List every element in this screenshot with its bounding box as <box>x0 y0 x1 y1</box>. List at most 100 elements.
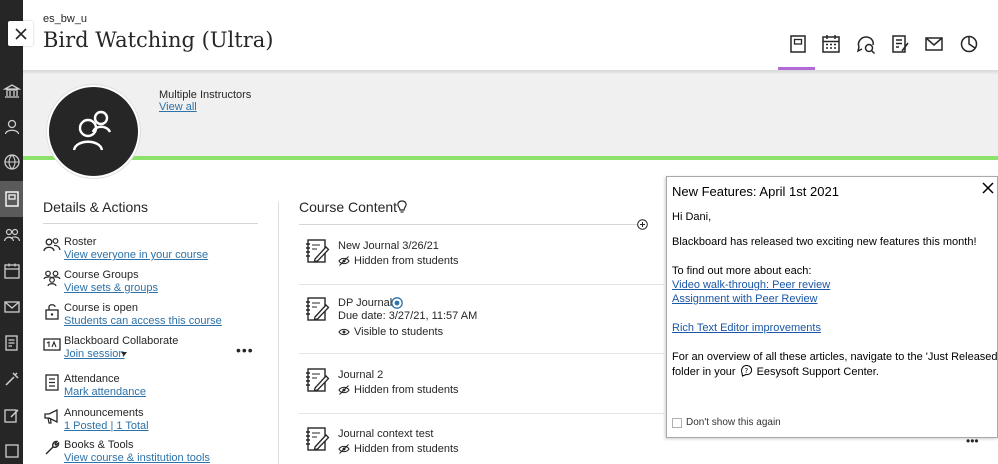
dont-show-label: Don't show this again <box>686 417 781 428</box>
discussions-icon[interactable] <box>855 33 877 55</box>
content-title[interactable]: Journal 2 <box>338 369 383 381</box>
unlock-icon <box>43 302 61 320</box>
edit-nav-icon[interactable] <box>3 406 21 424</box>
globe-icon[interactable] <box>3 153 21 171</box>
roster-title: Roster <box>64 236 97 248</box>
details-divider <box>43 223 258 224</box>
announcements-link[interactable]: 1 Posted | 1 Total <box>64 420 149 432</box>
more-options-button[interactable]: ••• <box>236 342 254 358</box>
profile-icon[interactable] <box>3 118 21 136</box>
rich-text-editor-link[interactable]: Rich Text Editor improvements <box>672 322 821 334</box>
grades-nav-icon[interactable] <box>3 334 21 352</box>
overview-prefix: folder in your <box>672 366 736 378</box>
course-groups-link[interactable]: View sets & groups <box>64 282 158 294</box>
content-separator <box>299 284 664 285</box>
dont-show-checkbox[interactable] <box>672 417 682 428</box>
attendance-icon <box>43 373 61 391</box>
tools-nav-icon[interactable] <box>3 370 21 388</box>
course-header: es_bw_u Bird Watching (Ultra) <box>23 0 998 70</box>
content-title[interactable]: Journal context test <box>338 428 433 440</box>
eye-slash-icon <box>338 256 350 266</box>
wrench-icon <box>43 439 61 457</box>
institution-icon[interactable] <box>3 82 21 100</box>
instructors-avatar <box>47 85 140 178</box>
calendar-nav-icon[interactable] <box>3 262 21 280</box>
organizations-icon[interactable] <box>3 226 21 244</box>
left-nav <box>0 0 23 464</box>
calendar-icon[interactable] <box>820 33 842 55</box>
megaphone-icon <box>43 407 61 425</box>
add-content-icon[interactable] <box>637 219 648 230</box>
banner-accent-line <box>23 156 998 160</box>
column-divider <box>278 202 279 464</box>
gradebook-icon[interactable] <box>889 33 911 55</box>
goals-aligned-icon[interactable] <box>391 297 403 309</box>
video-walkthrough-link[interactable]: Video walk-through: Peer review <box>672 279 830 291</box>
collaborate-title: Blackboard Collaborate <box>64 335 179 347</box>
journal-icon <box>303 424 331 454</box>
journal-icon <box>303 365 331 395</box>
intro-text: Blackboard has released two exciting new… <box>672 236 977 248</box>
courses-icon[interactable] <box>3 190 21 208</box>
eye-slash-icon <box>338 444 350 454</box>
help-nav-icon[interactable] <box>3 442 21 460</box>
page-title: Bird Watching (Ultra) <box>43 28 274 52</box>
course-id: es_bw_u <box>43 13 88 25</box>
messages-nav-icon[interactable] <box>3 298 21 316</box>
visibility-status[interactable]: Hidden from students <box>338 443 459 455</box>
close-icon <box>14 27 27 40</box>
overview-text-line2: folder in your ? Eesysoft Support Center… <box>672 364 879 378</box>
chevron-down-icon[interactable] <box>121 352 127 356</box>
content-separator <box>299 413 664 414</box>
collaborate-icon <box>43 335 61 353</box>
content-title[interactable]: New Journal 3/26/21 <box>338 240 439 252</box>
content-title[interactable]: DP Journal <box>338 297 392 309</box>
overview-text: For an overview of all these articles, n… <box>672 351 998 363</box>
journal-icon <box>303 236 331 266</box>
visibility-label: Visible to students <box>354 326 444 338</box>
course-content-heading: Course Content <box>299 199 398 215</box>
roster-link[interactable]: View everyone in your course <box>64 249 208 261</box>
visibility-label: Hidden from students <box>354 255 459 267</box>
course-open-title: Course is open <box>64 302 138 314</box>
visibility-status[interactable]: Hidden from students <box>338 384 459 396</box>
dont-show-again[interactable]: Don't show this again <box>672 417 781 428</box>
close-course-button[interactable] <box>8 21 33 46</box>
lightbulb-icon[interactable] <box>396 200 408 214</box>
find-out-text: To find out more about each: <box>672 265 812 277</box>
course-content-divider <box>299 224 639 225</box>
messages-icon[interactable] <box>923 33 945 55</box>
details-heading: Details & Actions <box>43 199 149 215</box>
content-separator <box>299 353 664 354</box>
books-tools-link[interactable]: View course & institution tools <box>64 452 210 464</box>
course-open-link[interactable]: Students can access this course <box>64 315 222 327</box>
support-help-icon: ? <box>740 364 752 377</box>
visibility-label: Hidden from students <box>354 384 459 396</box>
course-banner <box>23 74 998 156</box>
peer-review-link[interactable]: Assignment with Peer Review <box>672 293 818 305</box>
mark-attendance-link[interactable]: Mark attendance <box>64 386 146 398</box>
view-all-instructors-link[interactable]: View all <box>159 101 197 113</box>
journal-icon <box>303 294 331 324</box>
dialog-title: New Features: April 1st 2021 <box>672 184 839 199</box>
course-content-icon[interactable] <box>787 33 809 55</box>
dialog-close-button[interactable] <box>981 181 995 195</box>
books-tools-title: Books & Tools <box>64 439 134 451</box>
due-date: Due date: 3/27/21, 11:57 AM <box>338 310 478 322</box>
groups-icon <box>43 269 61 287</box>
eye-icon <box>338 328 350 336</box>
overview-suffix: Eesysoft Support Center. <box>756 366 879 378</box>
close-icon <box>982 182 994 194</box>
users-icon <box>72 110 111 150</box>
visibility-status[interactable]: Hidden from students <box>338 255 459 267</box>
eye-slash-icon <box>338 385 350 395</box>
greeting-text: Hi Dani, <box>672 211 712 223</box>
analytics-icon[interactable] <box>958 33 980 55</box>
instructors-label: Multiple Instructors <box>159 89 252 101</box>
visibility-status[interactable]: Visible to students <box>338 326 443 338</box>
announcements-title: Announcements <box>64 407 144 419</box>
svg-text:?: ? <box>744 366 748 374</box>
new-features-dialog: New Features: April 1st 2021 Hi Dani, Bl… <box>666 176 998 438</box>
visibility-label: Hidden from students <box>354 443 459 455</box>
join-session-link[interactable]: Join session <box>64 348 125 360</box>
